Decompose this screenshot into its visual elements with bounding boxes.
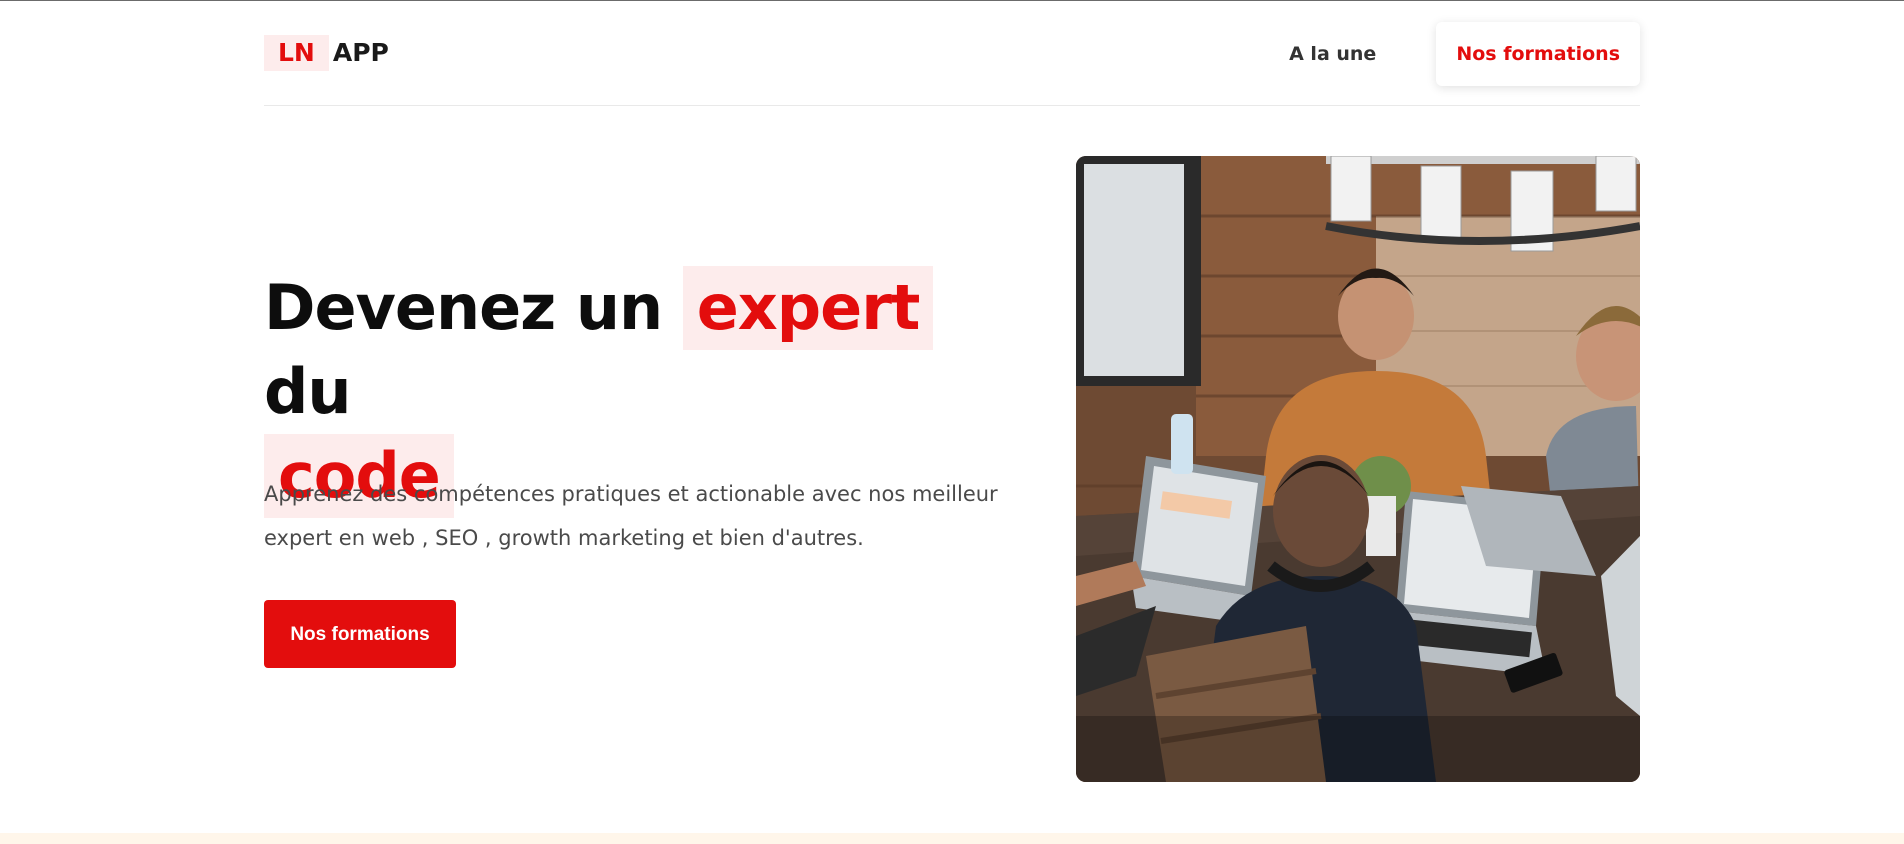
logo-text: APP: [332, 38, 389, 67]
logo[interactable]: LN APP: [264, 35, 389, 71]
title-highlight-expert: expert: [682, 266, 934, 350]
main-container: LN APP A la une Nos formations Devenez u…: [264, 1, 1640, 782]
hero-photo: [1076, 156, 1640, 782]
title-part-2: du: [264, 355, 352, 428]
logo-accent: LN: [264, 35, 329, 71]
page: LN APP A la une Nos formations Devenez u…: [0, 0, 1904, 844]
nav-link-a-la-une[interactable]: A la une: [1289, 43, 1376, 65]
site-header: LN APP A la une Nos formations: [264, 1, 1640, 106]
team-working-photo: [1076, 156, 1640, 782]
bottom-strip: [0, 833, 1904, 844]
main-nav: A la une Nos formations: [1289, 22, 1640, 86]
title-part-1: Devenez un: [264, 271, 663, 344]
hero-text: Devenez un expert du code Apprenez des co…: [264, 266, 1024, 668]
hero-description: Apprenez des compétences pratiques et ac…: [264, 482, 998, 550]
nav-button-formations[interactable]: Nos formations: [1436, 22, 1640, 86]
cta-formations-button[interactable]: Nos formations: [264, 600, 456, 668]
